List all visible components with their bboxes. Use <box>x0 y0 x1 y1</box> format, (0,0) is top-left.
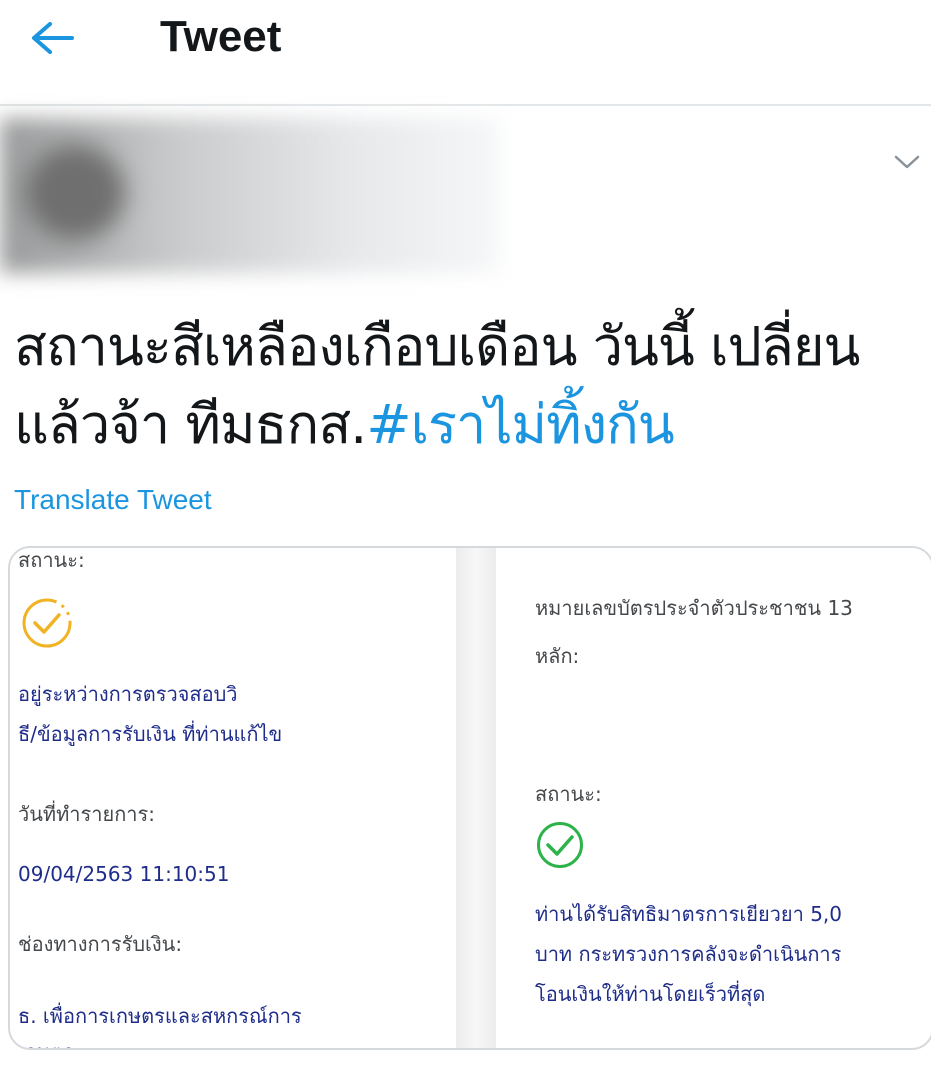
back-arrow-icon[interactable] <box>28 18 78 58</box>
date-label: วันที่ทำรายการ: <box>18 802 156 826</box>
avatar[interactable] <box>25 145 125 240</box>
page-title: Tweet <box>160 12 282 61</box>
right-status-line2: บาท กระทรวงการคลังจะดำเนินการ <box>535 942 842 966</box>
id-label-line1: หมายเลขบัตรประจำตัวประชาชน 13 <box>535 596 853 620</box>
right-status-line3: โอนเงินให้ท่านโดยเร็วที่สุด <box>535 982 766 1006</box>
success-check-icon <box>535 820 585 870</box>
tweet-image[interactable]: สถานะ: อยู่ระหว่างการตรวจสอบวิ ธี/ข้อมูล… <box>8 546 931 1050</box>
date-value: 09/04/2563 11:10:51 <box>18 862 230 886</box>
tweet-text: สถานะสีเหลืองเกือบเดือน วันนี้ เปลี่ยนแล… <box>14 308 919 464</box>
id-label-line2: หลัก: <box>535 644 580 668</box>
right-status-line1: ท่านได้รับสิทธิมาตรการเยียวยา 5,0 <box>535 902 843 926</box>
left-status-line2: ธี/ข้อมูลการรับเงิน ที่ท่านแก้ไข <box>18 722 283 746</box>
panel-divider <box>456 548 496 1048</box>
hashtag-link[interactable]: #เราไม่ทิ้งกัน <box>366 393 674 456</box>
channel-value-line2: เกษตร <box>18 1032 74 1048</box>
top-bar: Tweet <box>0 0 931 106</box>
channel-value-line1: ธ. เพื่อการเกษตรและสหกรณ์การ <box>18 1004 302 1028</box>
translate-tweet-link[interactable]: Translate Tweet <box>14 484 212 516</box>
chevron-down-icon[interactable] <box>892 150 922 174</box>
pending-check-icon <box>20 596 74 650</box>
right-status-label: สถานะ: <box>535 782 602 806</box>
left-status-line1: อยู่ระหว่างการตรวจสอบวิ <box>18 682 238 706</box>
left-status-label: สถานะ: <box>18 548 85 572</box>
channel-label: ช่องทางการรับเงิน: <box>18 932 183 956</box>
